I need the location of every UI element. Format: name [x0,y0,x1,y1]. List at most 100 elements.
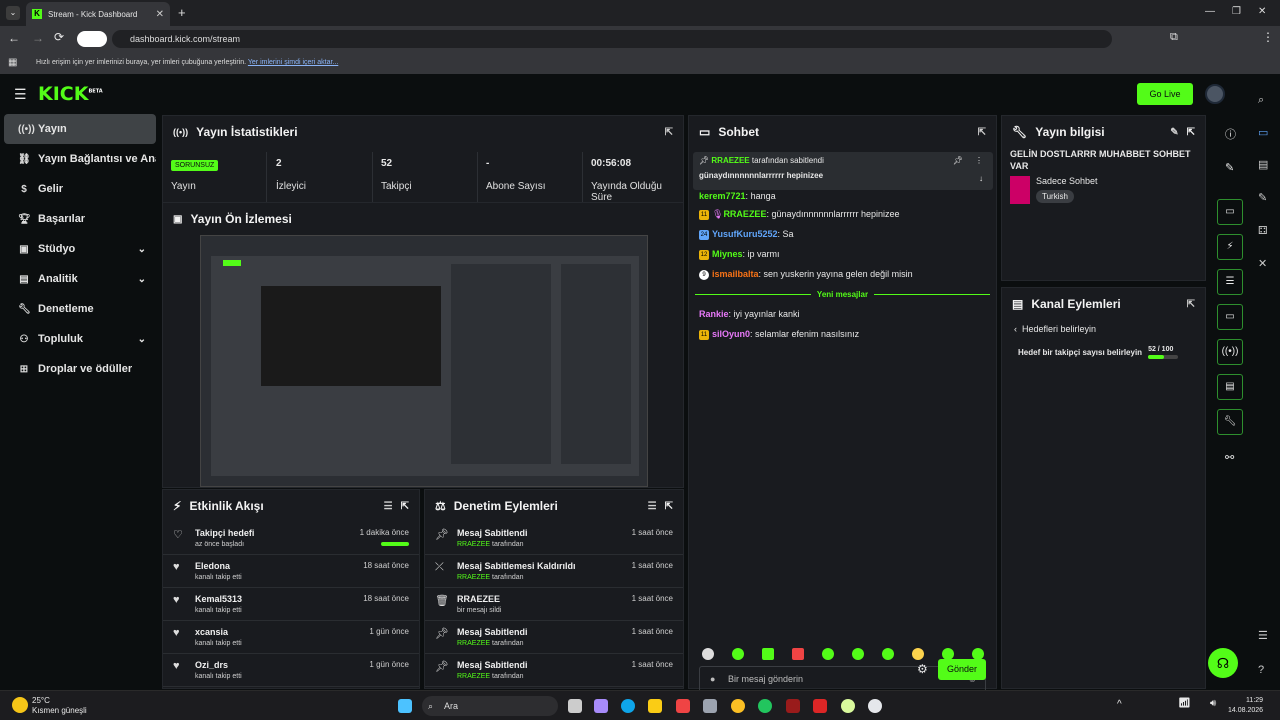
list-item[interactable]: ♡ Takipçi hedefi az önce başladı 1 dakika ö… [163,522,419,555]
reload-icon[interactable]: ⟳ [54,30,64,44]
sidebar-item-topluluk[interactable]: ⚇ Topluluk ⌄ [4,324,156,354]
scroll-down-icon[interactable]: ↓ [979,174,983,183]
chat-message[interactable]: 11 silOyun0: selamlar efenim nasılsınız [699,324,986,344]
calendar-icon[interactable] [703,699,717,713]
sidebar-item-stream-key[interactable]: ⛓Yayın Bağlantısı ve Anahtarı [4,144,156,174]
rail-lightning-icon[interactable]: ⚡︎ [1217,234,1243,260]
side-chat-icon[interactable]: ▭ [1258,126,1268,139]
file-explorer-icon[interactable] [648,699,662,713]
list-item[interactable]: 📌︎ Mesaj Sabitlendi RRAEZEE tarafından 1 sa… [425,654,683,687]
emote-icon[interactable] [912,648,924,660]
filter-icon[interactable]: ☰ [648,501,657,512]
popout-icon[interactable]: ⇱ [1187,299,1195,310]
list-item[interactable]: ♥ Eledona kanalı takip etti 18 saat önce [163,555,419,588]
chrome-icon[interactable] [731,699,745,713]
send-button[interactable]: Gönder [938,659,986,680]
kick-logo[interactable]: KICKBETA [38,83,103,105]
app-dark-red-icon[interactable] [786,699,800,713]
new-tab-button[interactable]: + [178,5,186,20]
emote-icon[interactable] [702,648,714,660]
rail-broadcast-icon[interactable]: ((•)) [1217,339,1243,365]
app-red-icon[interactable] [676,699,690,713]
rail-wrench-icon[interactable]: 🔧︎ [1217,409,1243,435]
unpin-button[interactable]: 📌︎ [953,156,963,165]
app-w-icon[interactable] [813,699,827,713]
emote-icon[interactable] [822,648,834,660]
sidebar-item-yayin[interactable]: ((•)) Yayın [4,114,156,144]
list-item[interactable]: ⤫ Mesaj Sabitlemesi Kaldırıldı RRAEZEE tar… [425,555,683,588]
list-item[interactable]: ♥ Ozi_drs kanalı takip etti 1 gün önce [163,654,419,687]
avatar[interactable] [1205,84,1225,104]
side-wallet-icon[interactable]: ▤ [1258,158,1268,171]
list-item[interactable]: 🗑︎ RRAEZEE bir mesajı sildi 1 saat önce [425,588,683,621]
popout-icon[interactable]: ⇱ [401,501,409,512]
weather-icon[interactable] [12,697,28,713]
chat-message[interactable]: 11 🎙︎RRAEZEE: günaydınnnnnnlarrrrrr hepin… [699,204,986,224]
import-bookmarks-link[interactable]: Yer imlerini şimdi içeri aktar... [248,59,338,66]
edit-icon[interactable]: ✎ [1170,127,1178,138]
list-item[interactable]: ♥ Kemal5313 kanalı takip etti 18 saat önce [163,588,419,621]
list-item[interactable]: 📌︎ Mesaj Sabitlendi RRAEZEE tarafından 1 sa… [425,522,683,555]
minimize-icon[interactable]: — [1205,6,1215,17]
back-to-goals[interactable]: ‹ Hedefleri belirleyin [1002,320,1205,338]
menu-dots-icon[interactable]: ⋮ [1262,30,1274,44]
hamburger-menu-icon[interactable]: ☰ [14,86,27,103]
chat-settings-icon[interactable]: ⚙ [917,662,928,676]
popout-icon[interactable]: ⇱ [978,127,986,138]
volume-icon[interactable]: 🔊︎ [1210,698,1216,709]
pinned-message[interactable]: 📌︎ RRAEZEE tarafından sabitlendi günaydı… [693,152,993,190]
emote-icon[interactable] [792,648,804,660]
side-search-icon[interactable]: ⌕ [1258,94,1264,107]
share-icon[interactable]: ⚯ [1225,451,1234,464]
sidebar-item-basarilar[interactable]: 🏆︎ Başarılar [4,204,156,234]
side-notes-icon[interactable]: ✎ [1258,191,1267,204]
side-settings-icon[interactable]: ☰ [1258,629,1268,642]
list-item[interactable]: ♥ xcansia kanalı takip etti 1 gün önce [163,621,419,654]
emote-icon[interactable] [762,648,774,660]
maximize-icon[interactable]: ❐ [1232,6,1241,17]
forward-icon[interactable]: → [32,31,44,45]
sidebar-item-gelir[interactable]: $ Gelir [4,174,156,204]
sidebar-item-analitik[interactable]: ▤ Analitik ⌄ [4,264,156,294]
popout-icon[interactable]: ⇱ [665,127,673,138]
pencil-icon[interactable]: ✎ [1225,161,1234,174]
emote-icon[interactable] [882,648,894,660]
side-tools-icon[interactable]: ✕ [1258,257,1267,270]
side-help-icon[interactable]: ? [1258,664,1264,676]
apps-icon[interactable]: ▦ [8,52,17,74]
go-live-button[interactable]: Go Live [1137,83,1193,105]
emote-icon[interactable] [732,648,744,660]
tab-close-icon[interactable]: ✕ [156,9,164,20]
rail-list-icon[interactable]: ☰ [1217,269,1243,295]
profile-pill[interactable] [77,31,107,47]
extensions-icon[interactable]: ⧉ [1170,31,1178,44]
info-icon[interactable]: ⓘ [1225,126,1236,142]
task-view-icon[interactable] [568,699,582,713]
rail-chat-icon[interactable]: ▭ [1217,304,1243,330]
popout-icon[interactable]: ⇱ [1187,127,1195,138]
follower-goal-row[interactable]: Hedef bir takipçi sayısı belirleyin 52 /… [1002,338,1205,367]
tag-chip[interactable]: Turkish [1036,190,1074,203]
more-options-icon[interactable]: ⋮ [975,156,983,165]
weather-widget[interactable]: 25°C Kısmen güneşli [32,696,87,716]
edge-icon[interactable] [621,699,635,713]
sidebar-item-denetleme[interactable]: 🔧︎ Denetleme [4,294,156,324]
close-window-icon[interactable]: ✕ [1258,6,1266,17]
chat-message[interactable]: Rankie: iyi yayınlar kanki [699,304,986,324]
network-icon[interactable]: 📶︎ [1178,698,1191,709]
browser-tab[interactable]: K Stream - Kick Dashboard ✕ [26,2,170,26]
support-button[interactable]: ☊ [1208,648,1238,678]
chat-message[interactable]: 12 Miynes: ip varmı [699,244,986,264]
filter-icon[interactable]: ☰ [384,501,393,512]
emote-icon[interactable] [852,648,864,660]
sidebar-item-studyo[interactable]: ▣ Stüdyo ⌄ [4,234,156,264]
tray-chevron-icon[interactable]: ^ [1117,699,1122,710]
chat-message[interactable]: 24 YusufKuru5252: Sa [699,224,986,244]
sidebar-item-droplar[interactable]: ⊞ Droplar ve ödüller [4,354,156,384]
app-steam-icon[interactable] [868,699,882,713]
taskbar-search[interactable]: ⌕ Ara [422,696,558,716]
back-icon[interactable]: ← [8,31,20,45]
side-game-icon[interactable]: ⚃ [1258,224,1268,237]
chrome-alt-icon[interactable] [758,699,772,713]
rail-layout-icon[interactable]: ▤ [1217,374,1243,400]
